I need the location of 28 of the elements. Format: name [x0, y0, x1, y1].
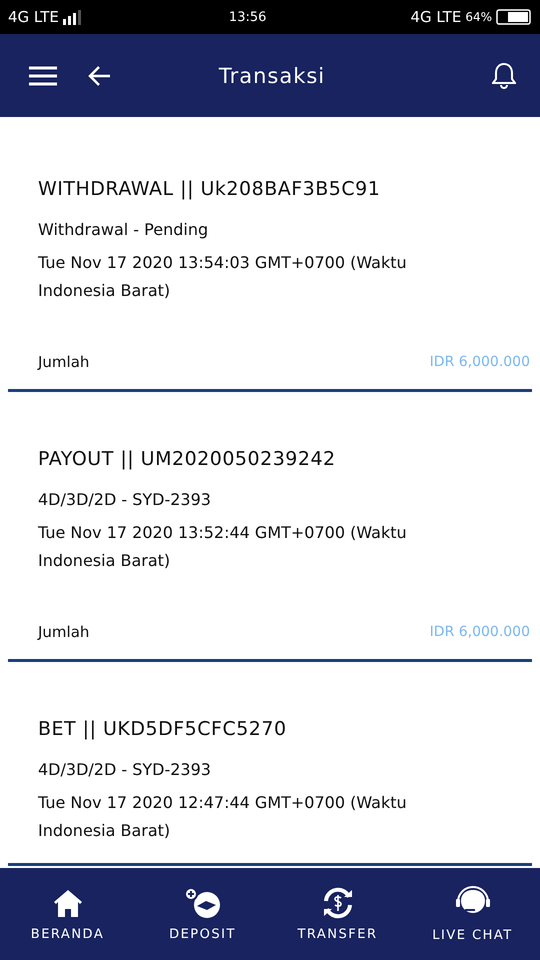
- transaction-card[interactable]: PAYOUT || UM2020050239242 4D/3D/2D - SYD-2393 Tue Nov 17 2020 13:52:44 GMT+0700 (Waktu Indonesia Barat) Jumlah IDR 6,000.000: [8, 392, 532, 662]
- transaction-date: Tue Nov 17 2020 12:47:44 GMT+0700 (Waktu Indonesia Barat): [38, 792, 408, 842]
- battery-icon: [496, 9, 532, 25]
- transaction-title: BET || UKD5DF5CFC5270: [38, 718, 288, 740]
- transaction-status: Withdrawal - Pending: [38, 220, 210, 239]
- amount-label: Jumlah: [38, 353, 90, 371]
- notification-button[interactable]: [492, 62, 516, 90]
- nav-tab[interactable]: LIVE CHAT: [405, 868, 540, 960]
- amount-value: IDR 6,000.000: [430, 354, 530, 370]
- transaction-status: 4D/3D/2D - SYD-2393: [38, 490, 212, 509]
- menu-button[interactable]: [28, 64, 58, 86]
- nav-tab[interactable]: DEPOSIT: [135, 868, 270, 960]
- transaction-date: Tue Nov 17 2020 13:52:44 GMT+0700 (Waktu Indonesia Barat): [38, 522, 408, 572]
- transaction-title: PAYOUT || UM2020050239242: [38, 448, 337, 470]
- battery-percent: 64%: [465, 10, 492, 24]
- amount-label: Jumlah: [38, 623, 90, 641]
- nav-tab[interactable]: TRANSFER: [270, 868, 405, 960]
- back-button[interactable]: [88, 64, 112, 86]
- transaction-card[interactable]: WITHDRAWAL || Uk208BAF3B5C91 Withdrawal - Pending Tue Nov 17 2020 13:54:03 GMT+0700 (Waktu Indonesia Barat) Jumlah IDR 6,000.000: [8, 122, 532, 392]
- transaction-date: Tue Nov 17 2020 13:54:03 GMT+0700 (Waktu Indonesia Barat): [38, 252, 408, 302]
- clock-time: 13:56: [228, 10, 266, 24]
- network-label: 4G LTE: [8, 8, 59, 26]
- amount-value: IDR 6,000.000: [430, 624, 530, 640]
- transaction-title: WITHDRAWAL || Uk208BAF3B5C91: [38, 178, 382, 200]
- transaction-status: 4D/3D/2D - SYD-2393: [38, 760, 212, 779]
- nav-tab[interactable]: BERANDA: [0, 868, 135, 960]
- page-title: Transaksi: [218, 64, 326, 88]
- network-label: 4G LTE: [410, 8, 462, 26]
